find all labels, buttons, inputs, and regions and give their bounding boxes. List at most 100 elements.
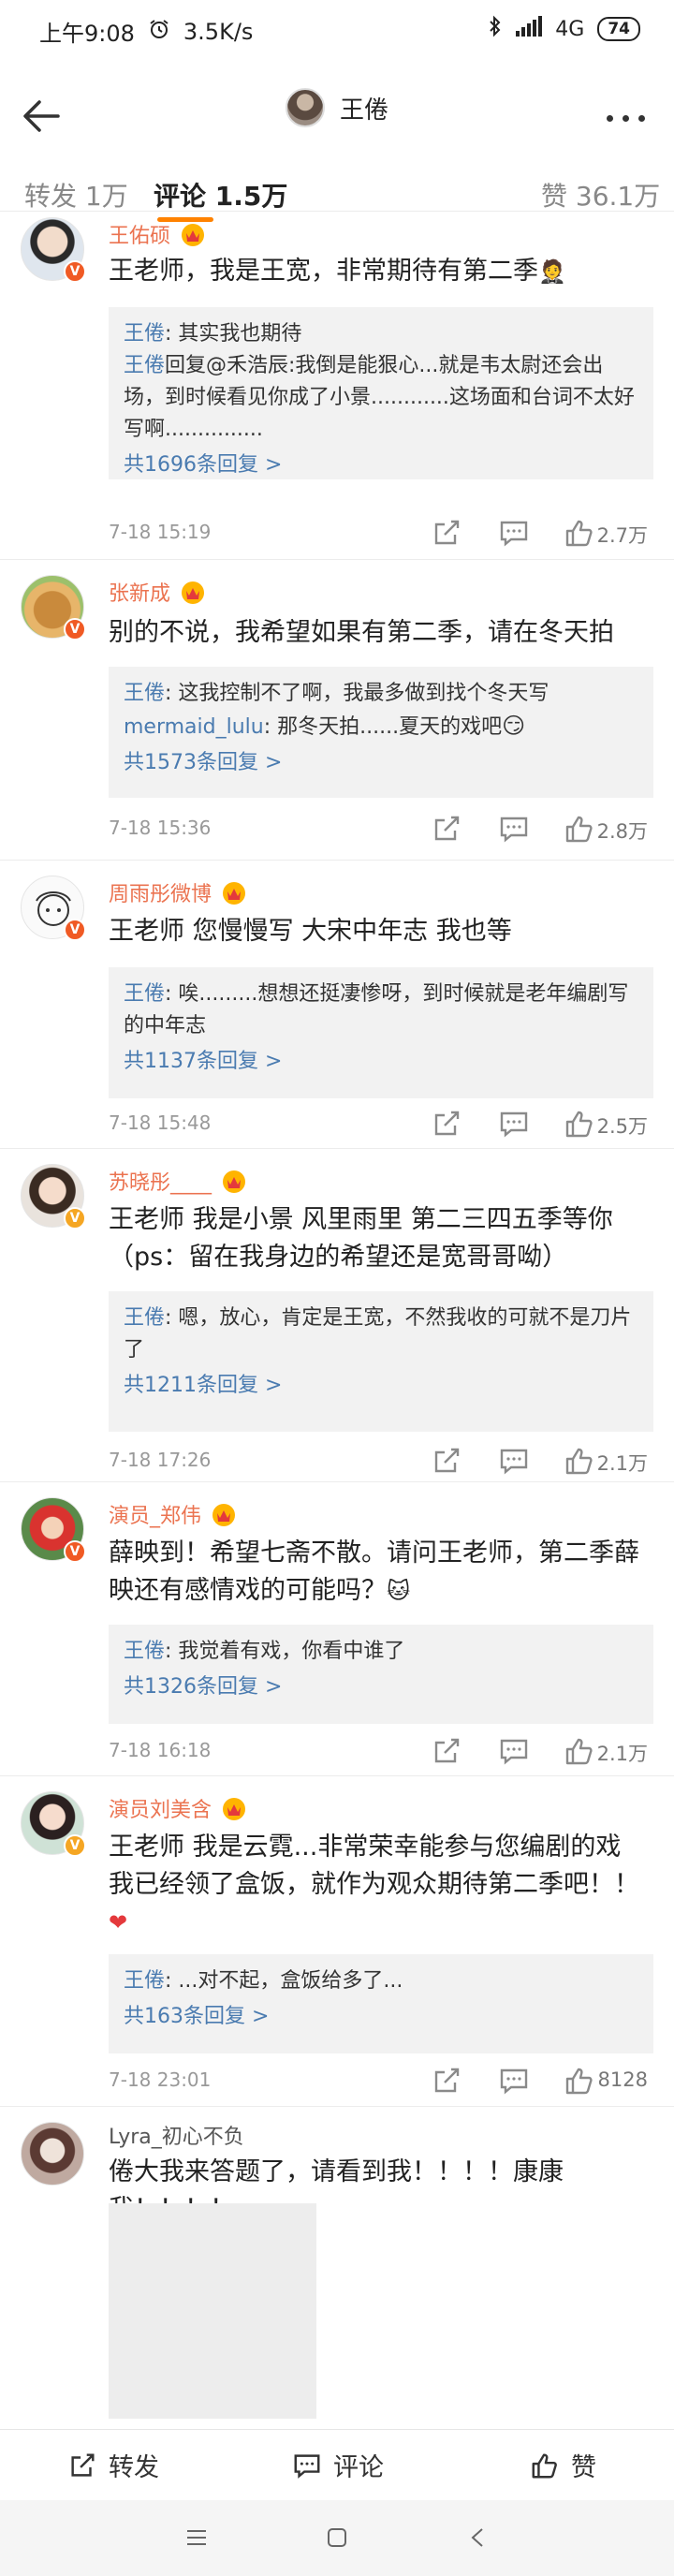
- comment-icon[interactable]: [498, 1735, 532, 1769]
- share-icon[interactable]: [431, 2065, 464, 2098]
- comment-image[interactable]: [109, 2203, 316, 2419]
- battery-icon: 74: [597, 17, 640, 41]
- comment-icon[interactable]: [498, 813, 532, 846]
- more-replies-link[interactable]: 共1696条回复 >: [124, 449, 638, 481]
- comment-icon[interactable]: [498, 1108, 532, 1141]
- back-nav-icon[interactable]: [468, 2526, 487, 2553]
- like-count: 2.1万: [596, 1743, 648, 1765]
- comment-time: 7-18 17:26: [109, 1449, 212, 1471]
- nav-author[interactable]: 王倦: [0, 88, 674, 127]
- member-crown-icon: [219, 1168, 249, 1194]
- verified-icon: V: [64, 1207, 86, 1229]
- avatar[interactable]: V: [21, 575, 86, 640]
- repost-button[interactable]: 转发: [67, 2447, 159, 2483]
- tab-comments[interactable]: 评论 1.5万: [154, 176, 287, 213]
- share-icon[interactable]: [431, 1108, 464, 1141]
- commenter-name[interactable]: 周雨彤微博: [109, 877, 249, 907]
- nav-bar: 王倦: [0, 62, 674, 170]
- like-button[interactable]: 赞: [530, 2447, 596, 2483]
- reply-author[interactable]: 王倦: [124, 322, 165, 346]
- signal-icon: [516, 16, 543, 42]
- reply-box[interactable]: 王倦: 我觉着有戏，你看中谁了 共1326条回复 >: [109, 1625, 653, 1724]
- comment-icon[interactable]: [498, 2065, 532, 2098]
- comment-text: 王老师 我是小景 风里雨里 第二三四五季等你（ps：留在我身边的希望还是宽哥哥呦…: [109, 1205, 613, 1272]
- divider: [0, 1148, 674, 1149]
- divider: [0, 211, 674, 212]
- member-crown-icon: [219, 1795, 249, 1821]
- tab-repost[interactable]: 转发 1万: [24, 176, 128, 213]
- comment-icon[interactable]: [498, 1445, 532, 1479]
- emoji-icon: 🤵: [538, 258, 566, 285]
- reply-text: : 我觉着有戏，你看中谁了: [165, 1640, 405, 1663]
- comment-text: 王老师，我是王宽，非常期待有第二季🤵: [109, 253, 652, 290]
- like-icon[interactable]: [564, 1735, 597, 1769]
- comment-meta: 7-18 15:48 2.5万: [109, 1106, 653, 1143]
- reply-author[interactable]: 王倦: [124, 354, 165, 377]
- reply-box[interactable]: 王倦: 这我控制不了啊，我最多做到找个冬天写 mermaid_lulu: 那冬天…: [109, 667, 653, 798]
- commenter-name[interactable]: Lyra_初心不负: [109, 2120, 244, 2150]
- tab-likes[interactable]: 赞 36.1万: [541, 176, 660, 213]
- like-icon[interactable]: [564, 813, 597, 846]
- more-replies-link[interactable]: 共163条回复 >: [124, 2001, 638, 2033]
- comment-time: 7-18 16:18: [109, 1739, 212, 1761]
- avatar[interactable]: V: [21, 217, 86, 283]
- reply-author[interactable]: mermaid_lulu: [124, 715, 264, 739]
- like-icon[interactable]: [564, 1445, 597, 1479]
- heart-icon: ❤: [109, 1909, 128, 1936]
- share-icon[interactable]: [431, 517, 464, 551]
- avatar[interactable]: V: [21, 1164, 86, 1229]
- avatar[interactable]: V: [21, 1791, 86, 1857]
- more-replies-link[interactable]: 共1137条回复 >: [124, 1046, 638, 1078]
- commenter-name[interactable]: 张新成: [109, 577, 208, 607]
- avatar[interactable]: V: [21, 876, 86, 941]
- like-icon[interactable]: [564, 517, 597, 551]
- reply-author[interactable]: 王倦: [124, 1306, 165, 1330]
- like-icon: [532, 2452, 557, 2478]
- reply-text: : ...对不起，盒饭给多了...: [165, 1969, 403, 1993]
- reply-text: : 其实我也期待: [165, 322, 302, 346]
- like-icon[interactable]: [564, 2065, 597, 2098]
- share-icon[interactable]: [431, 1735, 464, 1769]
- system-nav-bar: [0, 2500, 674, 2576]
- network-type: 4G: [555, 17, 585, 41]
- reply-box[interactable]: 王倦: 唉.........想想还挺凄惨呀，到时候就是老年编剧写的中年志 共11…: [109, 967, 653, 1098]
- more-replies-link[interactable]: 共1573条回复 >: [124, 747, 638, 779]
- commenter-name[interactable]: 演员刘美含: [109, 1793, 249, 1823]
- home-icon[interactable]: [326, 2526, 348, 2553]
- avatar[interactable]: V: [21, 1497, 86, 1563]
- share-icon[interactable]: [431, 813, 464, 846]
- like-count: 2.8万: [596, 820, 648, 843]
- reply-author[interactable]: 王倦: [124, 682, 165, 705]
- reply-box[interactable]: 王倦: ...对不起，盒饭给多了... 共163条回复 >: [109, 1954, 653, 2053]
- reply-author[interactable]: 王倦: [124, 982, 165, 1006]
- more-replies-link[interactable]: 共1211条回复 >: [124, 1370, 638, 1402]
- share-icon: [71, 2452, 95, 2477]
- reply-text: : 嗯，放心，肯定是王宽，不然我收的可就不是刀片了: [124, 1306, 632, 1362]
- member-crown-icon: [178, 221, 208, 247]
- reply-box[interactable]: 王倦: 嗯，放心，肯定是王宽，不然我收的可就不是刀片了 共1211条回复 >: [109, 1291, 653, 1432]
- net-speed: 3.5K/s: [183, 18, 254, 45]
- more-icon[interactable]: [597, 90, 653, 146]
- commenter-name[interactable]: 王佑硕: [109, 219, 208, 249]
- reply-author[interactable]: 王倦: [124, 1969, 165, 1993]
- commenter-name[interactable]: 演员_郑伟: [109, 1499, 239, 1529]
- comment-label: 评论: [333, 2453, 384, 2482]
- comment-text: 王老师 您慢慢写 大宋中年志 我也等: [109, 917, 512, 946]
- comment-button[interactable]: 评论: [292, 2447, 384, 2483]
- verified-icon: V: [64, 1540, 86, 1563]
- avatar: [285, 88, 325, 127]
- verified-icon: V: [64, 919, 86, 941]
- tab-bar: 转发 1万 评论 1.5万 赞 36.1万: [0, 170, 674, 222]
- like-icon[interactable]: [564, 1108, 597, 1141]
- avatar[interactable]: [21, 2122, 84, 2186]
- reply-box[interactable]: 王倦: 其实我也期待 王倦回复@禾浩辰:我倒是能狠心...就是韦太尉还会出场，到…: [109, 307, 653, 479]
- commenter-name[interactable]: 苏晓彤____: [109, 1166, 249, 1196]
- comment-icon[interactable]: [498, 517, 532, 551]
- reply-author[interactable]: 王倦: [124, 1640, 165, 1663]
- divider: [0, 1481, 674, 1482]
- reply-text: 回复@禾浩辰:我倒是能狠心...就是韦太尉还会出场，到时候看见你成了小景....…: [124, 354, 635, 441]
- more-replies-link[interactable]: 共1326条回复 >: [124, 1671, 638, 1703]
- menu-icon[interactable]: [185, 2528, 208, 2551]
- share-icon[interactable]: [431, 1445, 464, 1479]
- comment-time: 7-18 15:48: [109, 1111, 212, 1134]
